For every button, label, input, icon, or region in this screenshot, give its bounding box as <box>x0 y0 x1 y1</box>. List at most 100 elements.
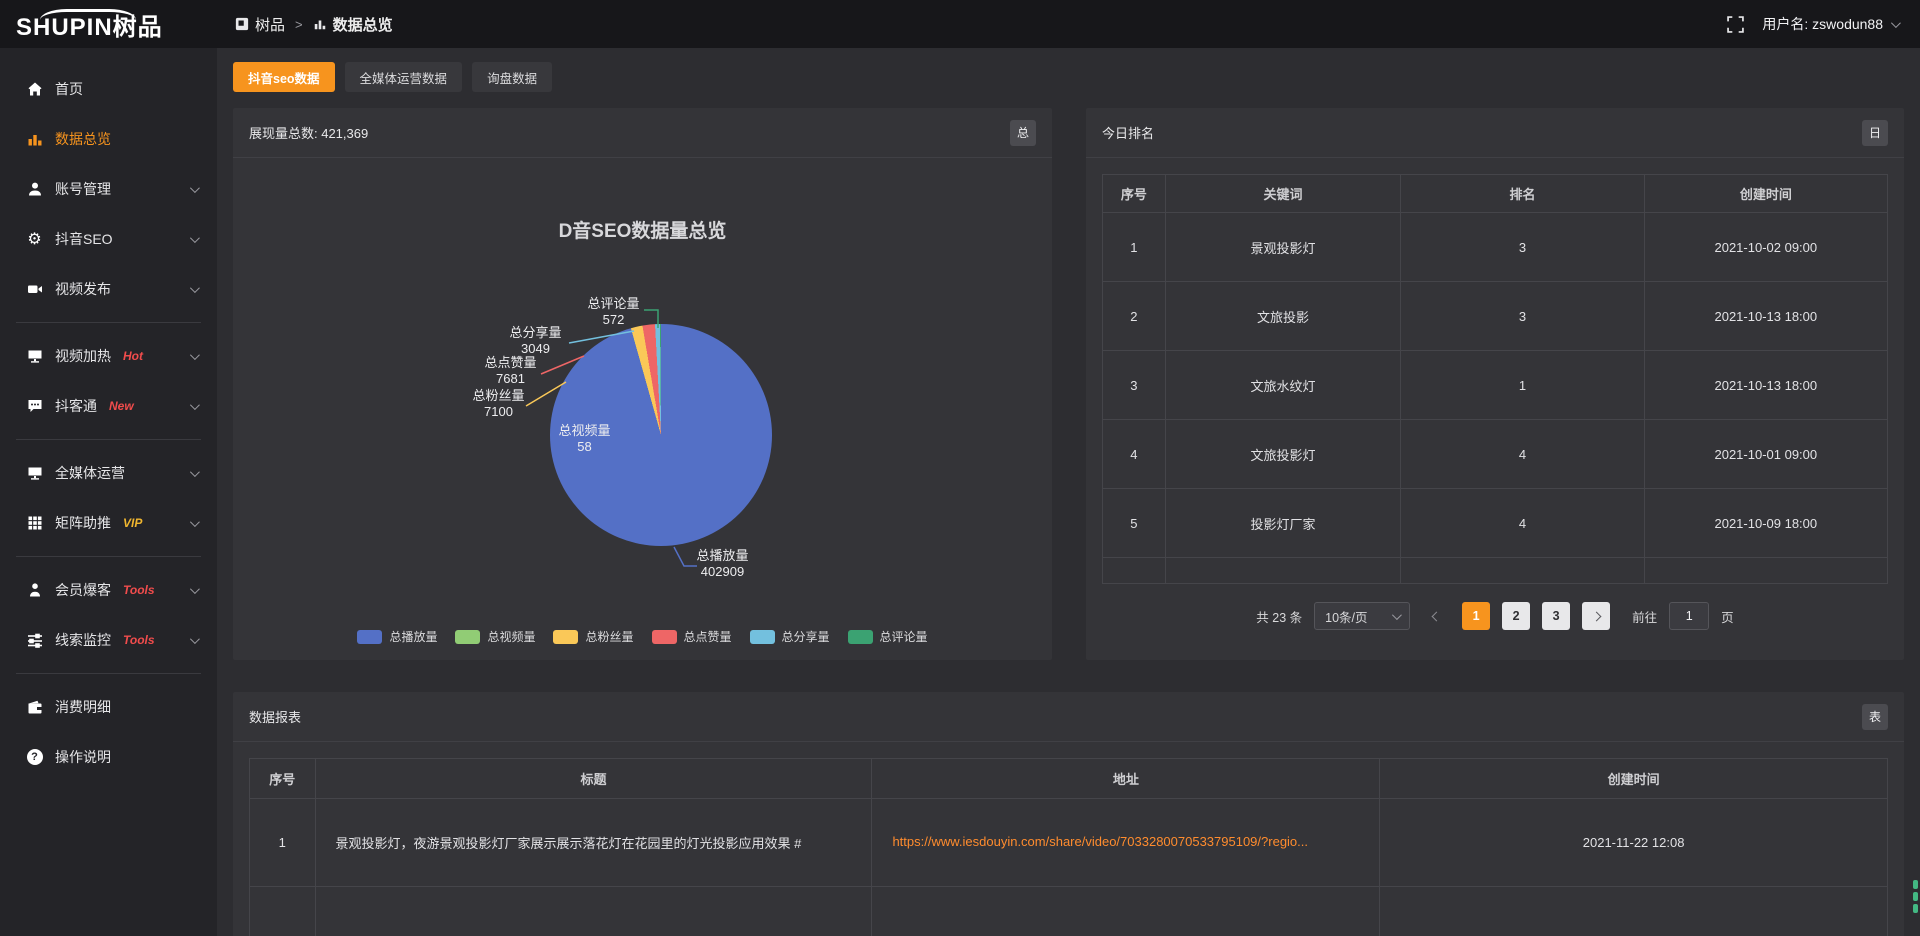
chevron-down-icon <box>190 283 200 293</box>
chart-legend: 总播放量 总视频量 总粉丝量 总点赞量 总分享量 总评论量 <box>233 628 1052 645</box>
vip-badge: VIP <box>123 516 142 530</box>
bar-chart-icon <box>313 17 327 31</box>
sidebar-divider <box>16 439 201 440</box>
chevron-down-icon <box>1891 18 1901 28</box>
pie-label-plays: 总播放量402909 <box>668 548 778 580</box>
daily-view-button[interactable]: 日 <box>1862 120 1888 146</box>
table-row[interactable]: 2文旅投影32021-10-13 18:00 <box>1103 282 1888 351</box>
table-header-row: 序号 标题 地址 创建时间 <box>250 759 1888 799</box>
sidebar-divider <box>16 673 201 674</box>
next-page-button[interactable] <box>1582 602 1610 630</box>
document-icon <box>235 17 249 31</box>
table-view-button[interactable]: 表 <box>1862 704 1888 730</box>
sidebar-item-video-heat[interactable]: 视频加热 Hot <box>0 331 217 381</box>
rank-panel: 今日排名 日 序号 关键词 排名 创建时间 <box>1086 108 1904 660</box>
legend-swatch <box>553 630 578 644</box>
tab-douyin-seo-data[interactable]: 抖音seo数据 <box>233 62 335 92</box>
sidebar-item-label: 消费明细 <box>55 697 111 717</box>
chevron-down-icon <box>1392 610 1402 620</box>
fullscreen-icon[interactable] <box>1727 16 1744 33</box>
chevron-down-icon <box>190 400 200 410</box>
legend-item[interactable]: 总分享量 <box>750 628 830 645</box>
chevron-down-icon <box>190 233 200 243</box>
gear-icon: ⚙ <box>26 231 43 248</box>
table-row[interactable]: 1 景观投影灯，夜游景观投影灯厂家展示展示落花灯在花园里的灯光投影应用效果 # … <box>250 799 1888 887</box>
wallet-icon <box>26 699 43 716</box>
table-row[interactable]: 3文旅水纹灯12021-10-13 18:00 <box>1103 351 1888 420</box>
page-button-1[interactable]: 1 <box>1462 602 1490 630</box>
table-row[interactable]: 5投影灯厂家42021-10-09 18:00 <box>1103 489 1888 558</box>
sidebar-item-douyin-seo[interactable]: ⚙ 抖音SEO <box>0 214 217 264</box>
sidebar-item-account[interactable]: 账号管理 <box>0 164 217 214</box>
pagination-total: 共 23 条 <box>1256 607 1302 626</box>
app-window: SHUPIN树品 树品 > 数据总览 用户名: zswodun88 首页 <box>0 0 1920 936</box>
total-view-button[interactable]: 总 <box>1010 120 1036 146</box>
chevron-down-icon <box>190 350 200 360</box>
bar-chart-icon <box>26 131 43 148</box>
sidebar-divider <box>16 322 201 323</box>
legend-item[interactable]: 总点赞量 <box>652 628 732 645</box>
chart-panel-header: 展现量总数: 421,369 总 <box>233 108 1052 158</box>
legend-swatch <box>750 630 775 644</box>
table-row[interactable]: 1景观投影灯32021-10-02 09:00 <box>1103 213 1888 282</box>
jump-page-input[interactable] <box>1669 602 1709 630</box>
sidebar-item-label: 账号管理 <box>55 179 111 199</box>
top-header: SHUPIN树品 树品 > 数据总览 用户名: zswodun88 <box>0 0 1920 48</box>
sidebar-item-matrix-boost[interactable]: 矩阵助推 VIP <box>0 498 217 548</box>
table-row[interactable]: 4文旅投影灯42021-10-01 09:00 <box>1103 420 1888 489</box>
sidebar-item-label: 线索监控 <box>55 630 111 650</box>
report-panel-title: 数据报表 <box>249 707 301 726</box>
sidebar-item-doukétong[interactable]: 抖客通 New <box>0 381 217 431</box>
legend-item[interactable]: 总视频量 <box>455 628 535 645</box>
sidebar-item-label: 会员爆客 <box>55 580 111 600</box>
pie-label-videos: 总视频量58 <box>530 423 640 455</box>
legend-item[interactable]: 总评论量 <box>848 628 928 645</box>
username-menu[interactable]: 用户名: zswodun88 <box>1762 14 1898 34</box>
breadcrumb-current[interactable]: 数据总览 <box>313 14 393 35</box>
page-button-2[interactable]: 2 <box>1502 602 1530 630</box>
video-link[interactable]: https://www.iesdouyin.com/share/video/70… <box>892 834 1308 849</box>
report-panel-header: 数据报表 表 <box>233 692 1904 742</box>
pie-label-likes: 总点赞量7681 <box>456 355 566 387</box>
prev-page-button[interactable] <box>1422 602 1450 630</box>
breadcrumb-root[interactable]: 树品 <box>235 14 285 35</box>
legend-item[interactable]: 总播放量 <box>357 628 437 645</box>
col-rank: 排名 <box>1401 175 1644 213</box>
sidebar-item-help[interactable]: ? 操作说明 <box>0 732 217 782</box>
page-button-3[interactable]: 3 <box>1542 602 1570 630</box>
tab-media-ops-data[interactable]: 全媒体运营数据 <box>345 62 463 92</box>
person-icon <box>26 582 43 599</box>
chevron-down-icon <box>190 634 200 644</box>
scrollbar-thumb[interactable] <box>1913 880 1918 916</box>
sidebar-item-video-publish[interactable]: 视频发布 <box>0 264 217 314</box>
col-created: 创建时间 <box>1380 759 1888 799</box>
question-icon: ? <box>26 749 43 766</box>
tab-inquiry-data[interactable]: 询盘数据 <box>472 62 552 92</box>
sidebar-item-label: 视频加热 <box>55 346 111 366</box>
header-right: 用户名: zswodun88 <box>1727 14 1920 34</box>
page-size-select[interactable]: 10条/页 <box>1314 602 1410 630</box>
tools-badge: Tools <box>123 583 155 597</box>
sidebar-item-media-ops[interactable]: 全媒体运营 <box>0 448 217 498</box>
pie-label-fans: 总粉丝量7100 <box>444 388 554 420</box>
breadcrumb: 树品 > 数据总览 <box>217 14 393 35</box>
pie-leader-lines <box>313 158 973 659</box>
username-label: 用户名: zswodun88 <box>1762 14 1883 34</box>
sidebar-item-lead-monitor[interactable]: 线索监控 Tools <box>0 615 217 665</box>
legend-swatch <box>455 630 480 644</box>
table-header-row: 序号 关键词 排名 创建时间 <box>1103 175 1888 213</box>
logo[interactable]: SHUPIN树品 <box>0 7 217 42</box>
video-title-cell: 景观投影灯，夜游景观投影灯厂家展示展示落花灯在花园里的灯光投影应用效果 # <box>315 799 872 887</box>
sidebar-item-home[interactable]: 首页 <box>0 64 217 114</box>
sidebar-item-spend-details[interactable]: 消费明细 <box>0 682 217 732</box>
monitor-icon <box>26 465 43 482</box>
sidebar-item-data-overview[interactable]: 数据总览 <box>0 114 217 164</box>
rank-panel-title: 今日排名 <box>1102 123 1154 142</box>
sidebar-item-member-tools[interactable]: 会员爆客 Tools <box>0 565 217 615</box>
monitor-icon <box>26 348 43 365</box>
user-icon <box>26 181 43 198</box>
new-badge: New <box>109 399 134 413</box>
pie-label-shares: 总分享量3049 <box>481 325 591 357</box>
legend-item[interactable]: 总粉丝量 <box>553 628 633 645</box>
chat-bubble-icon <box>26 398 43 415</box>
